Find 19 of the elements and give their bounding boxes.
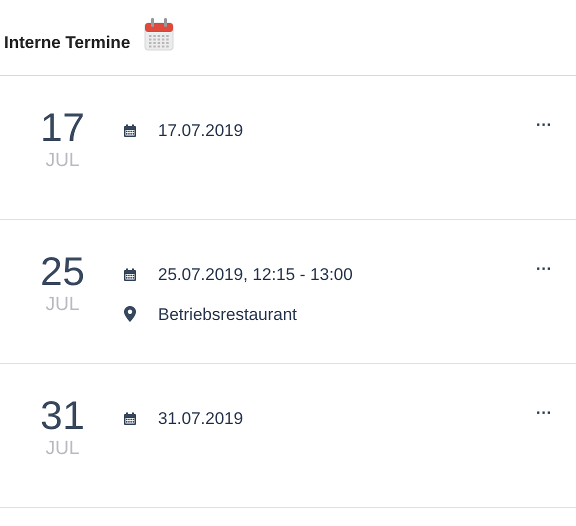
section-title: Interne Termine xyxy=(4,32,130,54)
month-label: JUL xyxy=(46,149,80,173)
event-date: 17.07.2019 xyxy=(158,120,244,142)
event-date: 25.07.2019, 12:15 - 13:00 xyxy=(158,264,353,286)
day-number: 31 xyxy=(40,396,85,436)
location-pin-icon xyxy=(124,306,136,322)
event-date: 31.07.2019 xyxy=(158,408,244,430)
month-label: JUL xyxy=(46,437,80,461)
more-button[interactable]: ··· xyxy=(534,114,554,138)
calendar-icon xyxy=(144,17,174,51)
month-label: JUL xyxy=(46,293,80,317)
day-number: 17 xyxy=(40,108,85,148)
calendar-icon xyxy=(123,268,137,282)
day-number: 25 xyxy=(40,252,85,292)
more-button[interactable]: ··· xyxy=(534,402,554,426)
more-button[interactable]: ··· xyxy=(534,258,554,282)
calendar-icon xyxy=(123,412,137,426)
event-location: Betriebsrestaurant xyxy=(158,304,297,326)
calendar-icon xyxy=(123,124,137,138)
